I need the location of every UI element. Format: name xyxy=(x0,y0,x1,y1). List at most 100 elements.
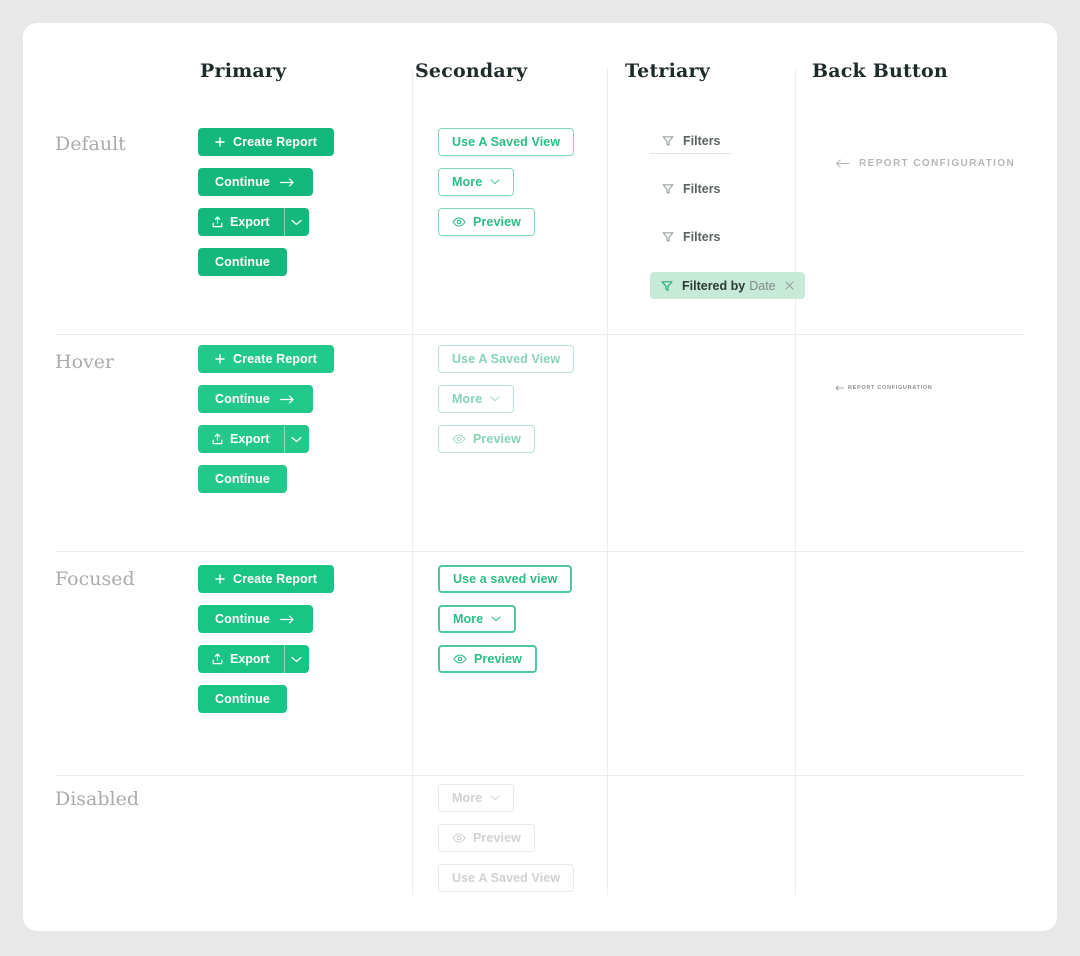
continue-arrow-button[interactable]: Continue xyxy=(198,168,313,196)
cell-primary-hover: Create Report Continue Export xyxy=(198,345,334,505)
preview-label-hover: Preview xyxy=(473,432,521,446)
export-main-button[interactable]: Export xyxy=(198,208,284,236)
continue-plain-button-focused[interactable]: Continue xyxy=(198,685,287,713)
preview-label: Preview xyxy=(473,215,521,229)
filters-button-2[interactable]: Filters xyxy=(650,176,733,202)
chevron-down-icon xyxy=(490,179,500,185)
export-split-button-hover[interactable]: Export xyxy=(198,425,309,453)
cell-secondary-default: Use A Saved View More Preview xyxy=(438,128,574,248)
export-label-focused: Export xyxy=(230,652,270,666)
plus-icon xyxy=(215,354,225,364)
cell-secondary-disabled: More Preview Use A Saved View xyxy=(438,784,574,904)
column-divider-2 xyxy=(607,69,608,895)
arrow-right-icon xyxy=(280,178,296,187)
more-button-hover[interactable]: More xyxy=(438,385,514,413)
arrow-right-icon xyxy=(280,615,296,624)
row-divider-2 xyxy=(55,551,1025,552)
column-header-primary: Primary xyxy=(200,60,286,82)
use-saved-view-label: Use A Saved View xyxy=(452,135,560,149)
eye-icon xyxy=(452,217,466,227)
use-saved-view-button-hover[interactable]: Use A Saved View xyxy=(438,345,574,373)
chevron-down-icon[interactable] xyxy=(284,208,309,236)
filters-label-3: Filters xyxy=(683,230,721,244)
filtered-by-date-chip[interactable]: Filtered by Date xyxy=(650,272,805,299)
showcase-grid: Primary Secondary Tetriary Back Button D… xyxy=(23,23,1057,931)
chevron-down-icon[interactable] xyxy=(284,425,309,453)
chip-label: Filtered by xyxy=(682,279,745,293)
create-report-button[interactable]: Create Report xyxy=(198,128,334,156)
export-label-hover: Export xyxy=(230,432,270,446)
chevron-down-icon[interactable] xyxy=(284,645,309,673)
eye-icon xyxy=(452,434,466,444)
export-main-button-hover[interactable]: Export xyxy=(198,425,284,453)
more-label-disabled: More xyxy=(452,791,482,805)
continue-plain-button[interactable]: Continue xyxy=(198,248,287,276)
back-report-configuration-button[interactable]: Report Configuration xyxy=(835,158,1015,169)
export-split-button[interactable]: Export xyxy=(198,208,309,236)
create-report-button-focused[interactable]: Create Report xyxy=(198,565,334,593)
filters-label-1: Filters xyxy=(683,134,721,148)
row-label-focused: Focused xyxy=(55,568,135,590)
cell-primary-focused: Create Report Continue Export xyxy=(198,565,334,725)
row-divider-3 xyxy=(55,775,1025,776)
preview-button-focused[interactable]: Preview xyxy=(438,645,537,673)
chevron-down-icon xyxy=(490,795,500,801)
arrow-left-icon xyxy=(835,385,844,391)
use-saved-view-button-focused[interactable]: Use a saved view xyxy=(438,565,572,593)
arrow-left-icon xyxy=(835,159,850,168)
continue-arrow-button-focused[interactable]: Continue xyxy=(198,605,313,633)
create-report-button-hover[interactable]: Create Report xyxy=(198,345,334,373)
preview-button-disabled: Preview xyxy=(438,824,535,852)
export-split-button-focused[interactable]: Export xyxy=(198,645,309,673)
cell-tetriary-default: Filters Filters Filters Filtered by xyxy=(650,128,805,299)
use-saved-view-button[interactable]: Use A Saved View xyxy=(438,128,574,156)
preview-label-focused: Preview xyxy=(474,652,522,666)
filters-button-1[interactable]: Filters xyxy=(650,128,733,154)
filter-icon xyxy=(661,280,673,292)
chip-value: Date xyxy=(749,279,775,293)
row-label-default: Default xyxy=(55,133,126,155)
continue-label-hover: Continue xyxy=(215,392,270,406)
use-saved-view-label-disabled: Use A Saved View xyxy=(452,871,560,885)
cell-back-button-default: Report Configuration xyxy=(835,155,1015,173)
use-saved-view-label-focused: Use a saved view xyxy=(453,572,557,586)
cell-secondary-hover: Use A Saved View More Preview xyxy=(438,345,574,465)
continue-label-focused: Continue xyxy=(215,612,270,626)
filters-label-2: Filters xyxy=(683,182,721,196)
arrow-right-icon xyxy=(280,395,296,404)
eye-icon xyxy=(452,833,466,843)
column-header-tetriary: Tetriary xyxy=(625,60,710,82)
continue-plain-label: Continue xyxy=(215,255,270,269)
preview-button[interactable]: Preview xyxy=(438,208,535,236)
close-icon[interactable] xyxy=(785,281,794,290)
filter-icon xyxy=(662,183,674,195)
more-button[interactable]: More xyxy=(438,168,514,196)
more-button-focused[interactable]: More xyxy=(438,605,516,633)
column-divider-1 xyxy=(412,69,413,895)
plus-icon xyxy=(215,137,225,147)
export-main-button-focused[interactable]: Export xyxy=(198,645,284,673)
button-showcase-card: Primary Secondary Tetriary Back Button D… xyxy=(23,23,1057,931)
filters-button-3[interactable]: Filters xyxy=(650,224,733,250)
create-report-label: Create Report xyxy=(233,135,317,149)
more-button-disabled: More xyxy=(438,784,514,812)
chevron-down-icon xyxy=(491,616,501,622)
eye-icon xyxy=(453,654,467,664)
more-label-hover: More xyxy=(452,392,482,406)
use-saved-view-button-disabled: Use A Saved View xyxy=(438,864,574,892)
continue-plain-label-hover: Continue xyxy=(215,472,270,486)
chevron-down-icon xyxy=(490,396,500,402)
create-report-label-focused: Create Report xyxy=(233,572,317,586)
back-button-label-hover: Report Configuration xyxy=(848,385,932,391)
preview-button-hover[interactable]: Preview xyxy=(438,425,535,453)
preview-label-disabled: Preview xyxy=(473,831,521,845)
continue-arrow-button-hover[interactable]: Continue xyxy=(198,385,313,413)
continue-label: Continue xyxy=(215,175,270,189)
upload-icon xyxy=(212,216,223,228)
continue-plain-button-hover[interactable]: Continue xyxy=(198,465,287,493)
back-button-label: Report Configuration xyxy=(859,158,1015,169)
back-report-configuration-button-hover[interactable]: Report Configuration xyxy=(835,385,932,391)
continue-plain-label-focused: Continue xyxy=(215,692,270,706)
use-saved-view-label-hover: Use A Saved View xyxy=(452,352,560,366)
filter-icon xyxy=(662,231,674,243)
